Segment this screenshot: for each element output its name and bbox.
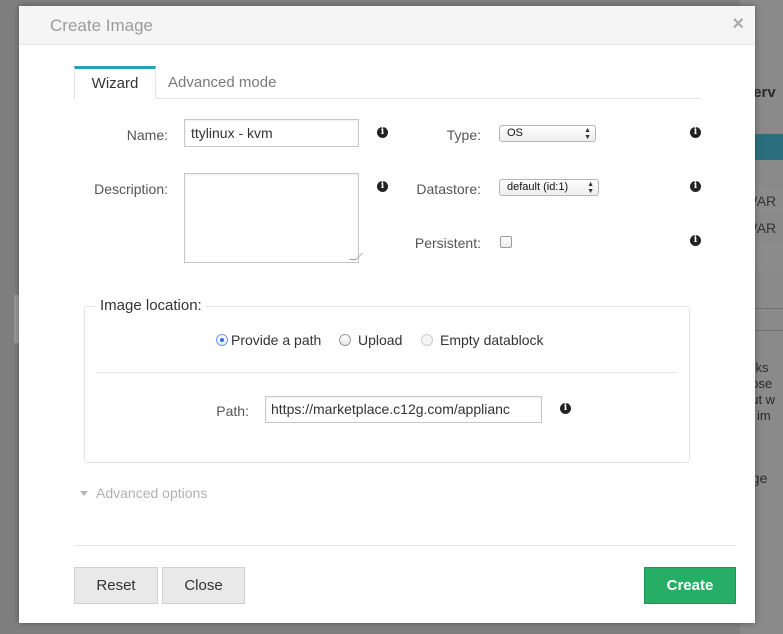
dialog-title: Create Image	[50, 16, 153, 35]
image-location-legend: Image location:	[96, 297, 206, 314]
datastore-select-value: default (id:1)	[507, 181, 569, 193]
description-textarea[interactable]	[184, 173, 363, 263]
empty-datablock-radio[interactable]	[421, 334, 433, 346]
datastore-select[interactable]: default (id:1) ▲ ▼	[499, 179, 599, 196]
name-label: Name:	[126, 127, 168, 143]
persistent-checkbox[interactable]	[500, 236, 512, 248]
select-arrows-icon: ▲ ▼	[587, 181, 594, 195]
upload-radio[interactable]	[339, 334, 351, 346]
empty-datablock-label[interactable]: Empty datablock	[440, 332, 544, 348]
type-select-value: OS	[507, 127, 523, 139]
type-select[interactable]: OS ▲ ▼	[499, 125, 596, 142]
type-label: Type:	[446, 127, 481, 143]
fieldset-divider	[96, 372, 677, 373]
persistent-label: Persistent:	[414, 235, 481, 251]
advanced-options-toggle-icon[interactable]	[80, 491, 88, 496]
path-input[interactable]: https://marketplace.c12g.com/applianc	[265, 396, 542, 423]
footer-divider	[74, 545, 736, 546]
path-info-icon[interactable]: i	[560, 403, 571, 414]
resize-grip-icon[interactable]	[349, 253, 363, 260]
close-button[interactable]: Close	[162, 567, 245, 604]
advanced-options-toggle[interactable]: Advanced options	[96, 485, 207, 501]
upload-label[interactable]: Upload	[358, 332, 402, 348]
tab-advanced-mode[interactable]: Advanced mode	[168, 66, 276, 98]
create-image-dialog: Create Image × Wizard Advanced mode Name…	[19, 6, 755, 623]
datastore-label: Datastore:	[416, 181, 481, 197]
tab-bar: Wizard Advanced mode	[74, 66, 701, 99]
name-input[interactable]: ttylinux - kvm	[184, 119, 359, 147]
path-label: Path:	[216, 403, 249, 419]
dialog-header: Create Image ×	[19, 6, 755, 45]
close-icon[interactable]: ×	[732, 12, 744, 36]
datastore-info-icon[interactable]: i	[690, 181, 701, 192]
provide-path-label[interactable]: Provide a path	[231, 332, 321, 348]
description-info-icon[interactable]: i	[377, 181, 388, 192]
provide-path-radio[interactable]	[216, 334, 228, 346]
select-arrows-icon: ▲ ▼	[584, 127, 591, 141]
name-info-icon[interactable]: i	[377, 127, 388, 138]
tab-wizard[interactable]: Wizard	[74, 66, 156, 99]
reset-button[interactable]: Reset	[74, 567, 158, 604]
image-location-fieldset	[84, 306, 690, 463]
persistent-info-icon[interactable]: i	[690, 235, 701, 246]
create-button[interactable]: Create	[644, 567, 736, 604]
type-info-icon[interactable]: i	[690, 127, 701, 138]
description-label: Description:	[94, 181, 168, 197]
